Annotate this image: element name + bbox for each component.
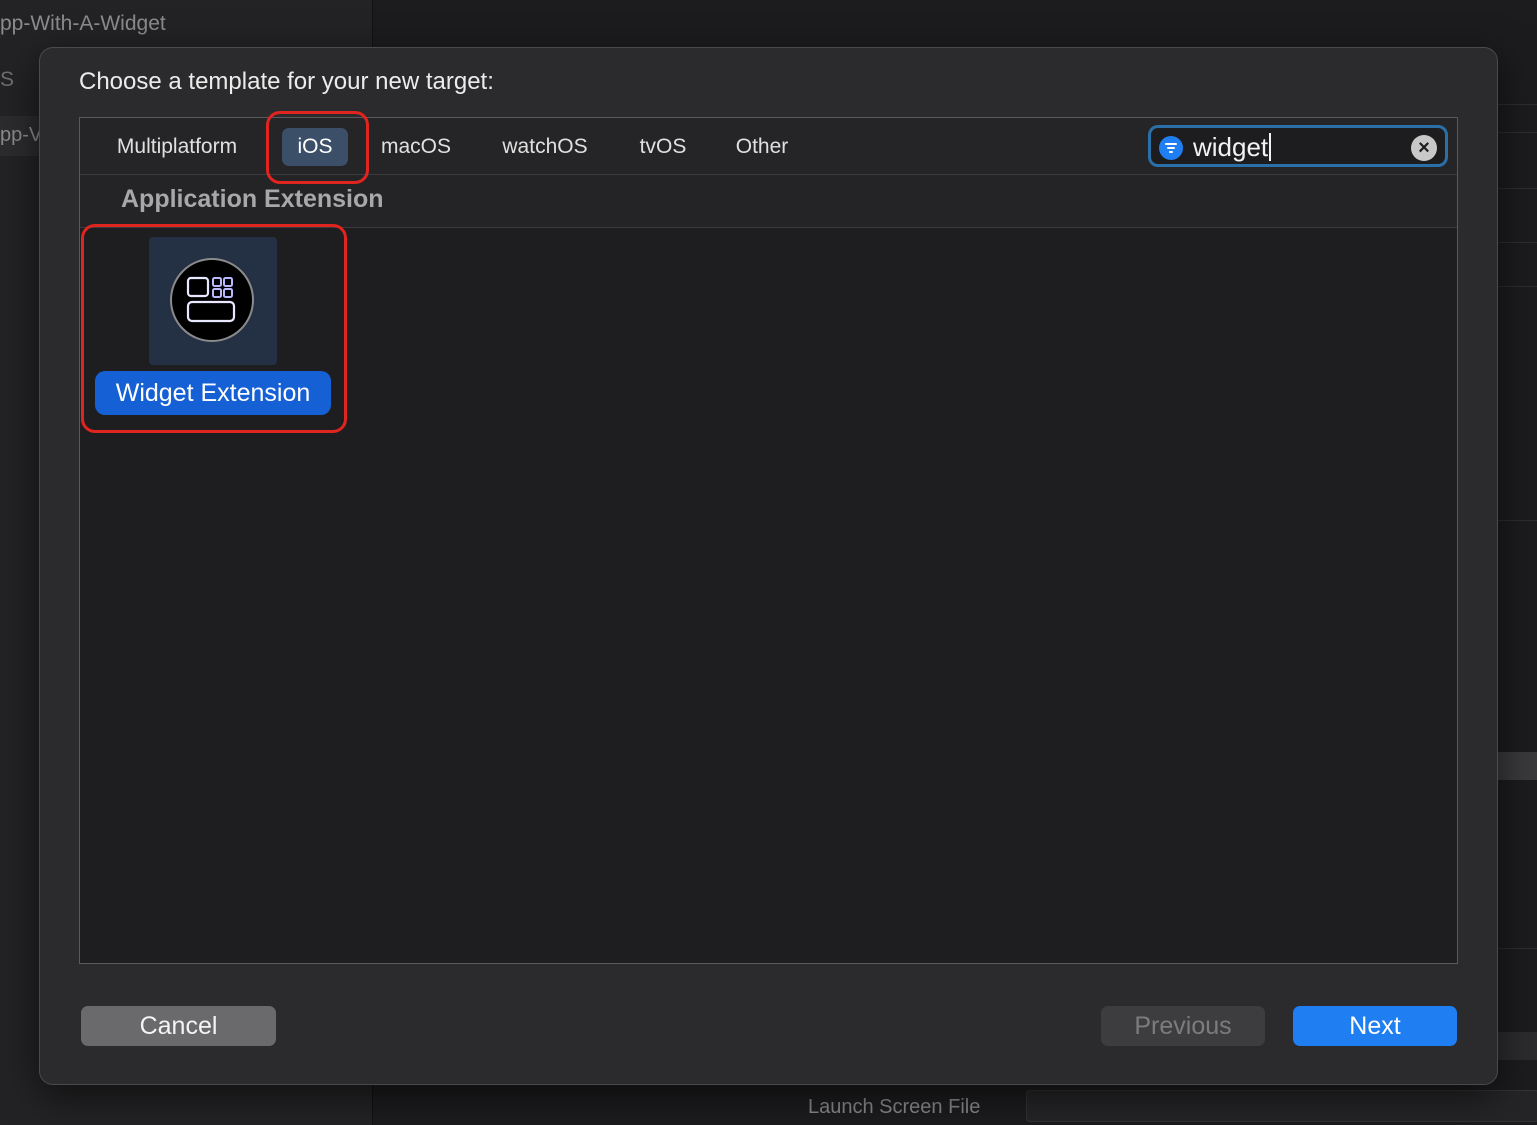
sidebar-row-label: pp-V [0, 124, 43, 146]
divider [1497, 286, 1537, 287]
widget-extension-icon [170, 258, 254, 342]
clear-icon[interactable]: × [1411, 135, 1437, 161]
tab-macos[interactable]: macOS [372, 128, 460, 166]
divider [1497, 520, 1537, 521]
next-button[interactable]: Next [1293, 1006, 1457, 1046]
template-panel: Multiplatform iOS macOS watchOS tvOS Oth… [79, 117, 1458, 964]
launch-screen-field[interactable] [1026, 1090, 1537, 1122]
tab-ios[interactable]: iOS [282, 128, 348, 166]
tab-tvos[interactable]: tvOS [628, 128, 698, 166]
divider [1497, 132, 1537, 133]
divider [1497, 948, 1537, 949]
launch-screen-label: Launch Screen File [808, 1096, 981, 1118]
template-chooser-sheet: Choose a template for your new target: M… [39, 47, 1498, 1085]
search-field[interactable]: widget × [1148, 125, 1448, 167]
divider [1497, 242, 1537, 243]
search-value: widget [1193, 132, 1269, 162]
background-row [1497, 1032, 1537, 1060]
cancel-button[interactable]: Cancel [81, 1006, 276, 1046]
filter-icon[interactable] [1159, 136, 1183, 160]
background-row [1497, 752, 1537, 780]
divider [1497, 188, 1537, 189]
tab-watchos[interactable]: watchOS [490, 128, 600, 166]
tab-multiplatform[interactable]: Multiplatform [102, 128, 252, 166]
widget-extension-template[interactable] [149, 237, 277, 365]
divider [1497, 104, 1537, 105]
sheet-title: Choose a template for your new target: [79, 68, 494, 95]
section-header: Application Extension [80, 175, 1457, 228]
previous-button[interactable]: Previous [1101, 1006, 1265, 1046]
platform-tab-bar: Multiplatform iOS macOS watchOS tvOS Oth… [80, 118, 1457, 175]
tab-other[interactable]: Other [726, 128, 798, 166]
search-input[interactable]: widget [1193, 131, 1272, 163]
project-title[interactable]: pp-With-A-Widget [0, 12, 166, 36]
section-title: Application Extension [121, 185, 384, 213]
sidebar-fragment: S [0, 68, 15, 91]
widget-extension-label[interactable]: Widget Extension [95, 371, 331, 415]
text-caret [1269, 133, 1272, 161]
